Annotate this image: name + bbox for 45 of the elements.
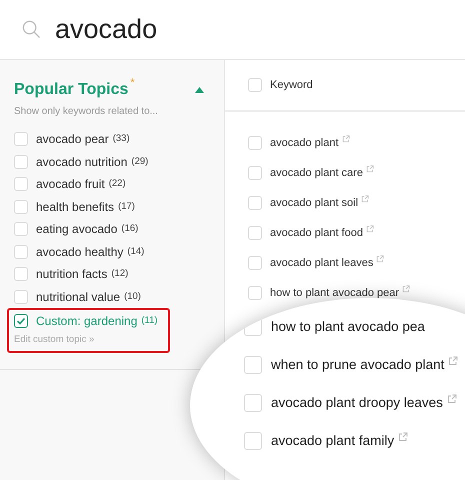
checkmark-icon xyxy=(16,316,26,326)
keyword-cell[interactable]: how to plant avocado pear xyxy=(270,284,400,302)
search-icon xyxy=(22,20,41,39)
checkbox[interactable] xyxy=(14,314,28,328)
section-title: Popular Topics xyxy=(14,80,128,100)
keyword-cell[interactable]: avocado plant leaves xyxy=(270,254,374,272)
keyword-cell[interactable]: avocado plant care xyxy=(270,164,363,182)
required-mark: * xyxy=(130,78,135,89)
topic-count: (16) xyxy=(121,222,138,236)
topic-label[interactable]: eating avocado xyxy=(36,220,118,238)
keyword-cell[interactable]: avocado plant droopy leaves xyxy=(271,392,443,414)
topic-label[interactable]: nutritional value xyxy=(36,288,120,306)
topic-count: (12) xyxy=(111,267,128,282)
external-link-icon[interactable] xyxy=(376,255,384,263)
topic-count: (14) xyxy=(127,244,144,259)
keyword-cell[interactable]: when to prune avocado plant xyxy=(271,354,444,376)
external-link-icon[interactable] xyxy=(342,135,350,143)
topic-count: (33) xyxy=(112,132,130,146)
search-field[interactable]: avocado xyxy=(55,16,158,43)
topic-label[interactable]: avocado nutrition xyxy=(36,152,128,171)
topic-label[interactable]: avocado fruit xyxy=(36,175,105,194)
external-link-icon[interactable] xyxy=(402,285,410,293)
topic-count: (11) xyxy=(141,314,158,328)
keyword-cell[interactable]: how to plant avocado pea xyxy=(271,316,425,338)
column-header[interactable]: Keyword xyxy=(270,76,313,94)
collapse-icon[interactable] xyxy=(195,87,204,93)
topic-label[interactable]: avocado healthy xyxy=(36,242,124,261)
external-link-icon[interactable] xyxy=(398,432,408,442)
topic-label[interactable]: health benefits xyxy=(36,198,114,216)
keyword-cell[interactable]: avocado plant family xyxy=(271,430,394,452)
external-link-icon[interactable] xyxy=(446,394,457,404)
keyword-cell[interactable]: avocado plant soil xyxy=(270,194,358,212)
topic-count: (17) xyxy=(118,200,135,214)
keyword-cell[interactable]: avocado plant food xyxy=(270,224,363,242)
keyword-cell[interactable]: avocado plant xyxy=(270,134,338,152)
external-link-icon[interactable] xyxy=(361,195,370,203)
external-link-icon[interactable] xyxy=(448,356,458,366)
topic-count: (10) xyxy=(124,290,141,304)
external-link-icon[interactable] xyxy=(366,165,374,173)
topic-label[interactable]: nutrition facts xyxy=(36,265,108,284)
topic-count: (22) xyxy=(108,177,126,192)
topic-label[interactable]: avocado pear xyxy=(36,130,109,148)
external-link-icon[interactable] xyxy=(366,225,374,233)
section-subtitle: Show only keywords related to... xyxy=(14,105,159,119)
topic-count: (29) xyxy=(131,154,148,169)
